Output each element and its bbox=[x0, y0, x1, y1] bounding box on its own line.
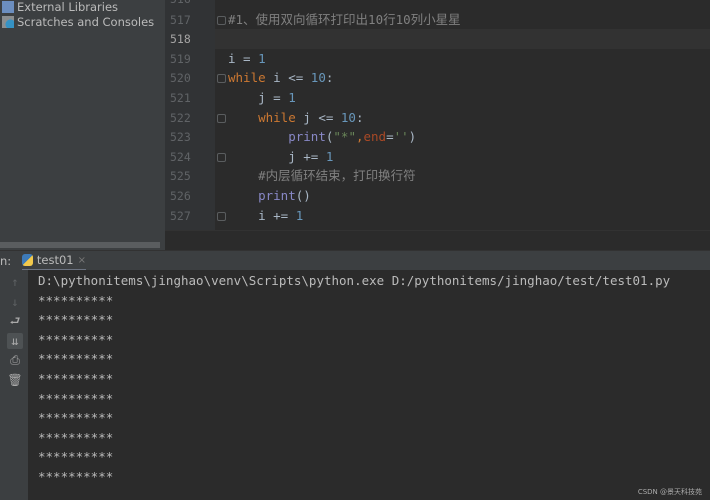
code-token: i += bbox=[228, 207, 296, 223]
code-line[interactable]: print() bbox=[228, 186, 311, 206]
fold-icon[interactable] bbox=[217, 152, 226, 162]
watermark: CSDN @景天科技苑 bbox=[637, 488, 702, 496]
code-token: j += bbox=[228, 148, 326, 164]
console-output[interactable]: D:\pythonitems\jinghao\venv\Scripts\pyth… bbox=[28, 270, 710, 500]
arrow-down-icon[interactable]: ↓ bbox=[7, 294, 23, 310]
console-toolbar: ↑ ↓ ⮐ ⇊ ⎙ 🗑 bbox=[0, 270, 28, 500]
fold-icon[interactable] bbox=[217, 211, 226, 221]
code-token: i <= bbox=[265, 70, 311, 86]
line-number: 516 bbox=[170, 0, 191, 6]
code-line[interactable]: #1、使用双向循环打印出10行10列小星星 bbox=[228, 10, 461, 30]
line-number: 521 bbox=[170, 90, 191, 105]
code-token: , bbox=[355, 129, 364, 145]
code-line[interactable]: #内层循环结束，打印换行符 bbox=[228, 166, 416, 186]
console-output-line: ********** bbox=[38, 331, 114, 347]
console-output-line: ********** bbox=[38, 371, 114, 386]
code-token: 1 bbox=[288, 89, 296, 105]
line-number: 517 bbox=[170, 12, 191, 27]
code-line[interactable]: print("*",end='') bbox=[228, 127, 416, 147]
code-token: "*" bbox=[333, 129, 356, 145]
code-token: = bbox=[386, 129, 394, 145]
tab-label: test01 bbox=[36, 253, 74, 267]
scroll-to-end-icon[interactable]: ⇊ bbox=[7, 332, 23, 349]
code-token: : bbox=[355, 109, 364, 125]
code-token: 1 bbox=[325, 148, 334, 164]
line-number: 526 bbox=[170, 188, 191, 203]
code-token: while bbox=[228, 70, 266, 86]
line-number: 518 bbox=[170, 32, 191, 47]
line-number: 520 bbox=[170, 71, 191, 86]
console-output-line: ********** bbox=[38, 449, 114, 465]
code-token: () bbox=[295, 187, 311, 203]
close-icon[interactable]: × bbox=[78, 255, 86, 266]
line-number: 522 bbox=[170, 110, 191, 125]
code-line[interactable]: i += 1 bbox=[228, 206, 303, 226]
console-output-line: ********** bbox=[38, 351, 114, 367]
run-tool-window-header: n: test01 × bbox=[0, 250, 710, 271]
tree-item-label: External Libraries bbox=[17, 0, 119, 14]
soft-wrap-icon[interactable]: ⮐ bbox=[7, 313, 23, 329]
arrow-up-icon[interactable]: ↑ bbox=[7, 274, 23, 290]
library-icon bbox=[2, 1, 14, 13]
console-output-line: ********** bbox=[38, 312, 114, 328]
scratches-icon bbox=[2, 16, 14, 28]
code-line[interactable]: while i <= 10: bbox=[228, 68, 333, 88]
line-number: 523 bbox=[170, 130, 191, 145]
fold-icon[interactable] bbox=[217, 113, 226, 123]
tree-item-label: Scratches and Consoles bbox=[17, 15, 155, 29]
run-label: n: bbox=[0, 254, 12, 268]
code-token: while bbox=[258, 109, 296, 125]
tree-item-scratches[interactable]: Scratches and Consoles bbox=[2, 15, 154, 29]
tab-test01[interactable]: test01 × bbox=[22, 251, 86, 271]
code-token: j <= bbox=[295, 109, 341, 125]
current-line-highlight bbox=[215, 29, 710, 49]
console-output-line: ********** bbox=[38, 410, 114, 426]
editor-bottom-area bbox=[165, 230, 710, 250]
code-token: #内层循环结束，打印换行符 bbox=[258, 168, 416, 184]
python-icon bbox=[22, 254, 33, 266]
line-number: 524 bbox=[170, 149, 191, 164]
print-icon[interactable]: ⎙ bbox=[7, 352, 23, 368]
console-output-line: ********** bbox=[38, 469, 114, 484]
horizontal-scrollbar[interactable] bbox=[0, 242, 160, 248]
code-token: 10 bbox=[340, 109, 356, 125]
console-output-line: ********** bbox=[38, 429, 114, 445]
line-number: 525 bbox=[170, 169, 191, 184]
fold-icon[interactable] bbox=[217, 74, 226, 84]
code-line[interactable]: i = 1 bbox=[228, 49, 266, 69]
code-token: ) bbox=[408, 129, 417, 145]
code-token: 10 bbox=[310, 70, 326, 86]
code-token: end bbox=[363, 129, 387, 145]
console-output-line: ********** bbox=[38, 292, 114, 308]
project-sidebar: External Libraries Scratches and Console… bbox=[0, 0, 165, 250]
code-token: print bbox=[288, 129, 326, 145]
console-command-line: D:\pythonitems\jinghao\venv\Scripts\pyth… bbox=[38, 273, 671, 288]
code-line[interactable]: j = 1 bbox=[228, 88, 296, 108]
code-line[interactable]: while j <= 10: bbox=[228, 108, 364, 128]
code-token: j = bbox=[228, 89, 289, 105]
code-token: 1 bbox=[258, 50, 266, 66]
code-token: #1、使用双向循环打印出10行10列小星星 bbox=[228, 11, 461, 27]
line-number: 519 bbox=[170, 51, 191, 66]
trash-icon[interactable]: 🗑 bbox=[7, 372, 23, 388]
code-line[interactable]: j += 1 bbox=[228, 147, 333, 167]
code-token: 1 bbox=[295, 207, 304, 223]
line-number: 527 bbox=[170, 208, 191, 223]
tree-item-external-libraries[interactable]: External Libraries bbox=[2, 0, 118, 14]
code-token: print bbox=[258, 187, 296, 203]
code-token: i = bbox=[228, 50, 259, 66]
console-output-line: ********** bbox=[38, 390, 114, 406]
code-token: : bbox=[325, 70, 334, 86]
code-token: '' bbox=[393, 129, 409, 145]
fold-icon[interactable] bbox=[217, 15, 226, 25]
